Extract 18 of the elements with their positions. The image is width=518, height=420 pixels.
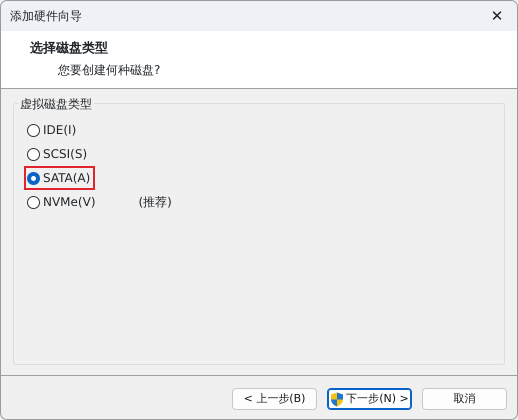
header-title: 选择磁盘类型 [30,40,109,58]
radio-label[interactable]: SATA(A) [43,169,90,187]
radio-button[interactable] [27,148,40,160]
radio-button[interactable] [27,124,40,136]
radio-button[interactable] [27,196,40,208]
radio-button[interactable] [27,172,40,184]
group-title: 虚拟磁盘类型 [18,95,94,113]
header-subtitle: 您要创建何种磁盘? [57,62,162,78]
radio-label[interactable]: NVMe(V) [43,193,96,211]
window-title: 添加硬件向导 [10,8,82,25]
radio-label[interactable]: SCSI(S) [43,145,88,163]
wizard-button[interactable]: 取消 [422,388,507,410]
radio-label[interactable]: IDE(I) [43,121,76,139]
shield-icon [330,392,344,406]
note-text: (推荐) [138,194,172,211]
close-button[interactable]: ✕ [477,1,517,31]
wizard-button[interactable]: < 上一步(B) [232,388,317,410]
wizard-button[interactable]: 下一步(N) > [327,388,412,410]
